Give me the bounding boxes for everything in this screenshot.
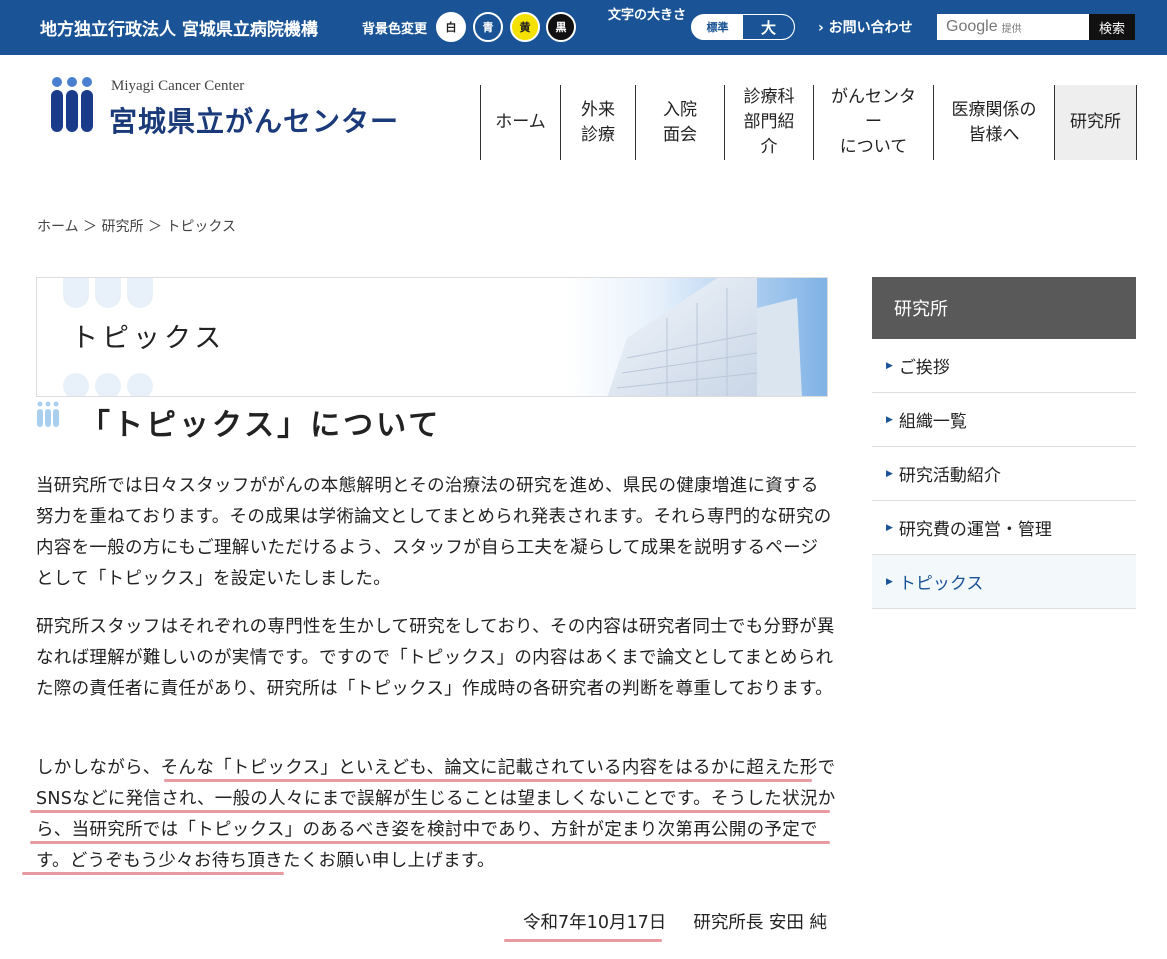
- search-button[interactable]: 検索: [1089, 14, 1135, 40]
- organization-name: 地方独立行政法人 宮城県立病院機構: [40, 20, 318, 40]
- intro-paragraph: 当研究所では日々スタッフががんの本態解明とその治療法の研究を進め、県民の健康増進…: [36, 476, 832, 589]
- bg-white-button[interactable]: 白: [436, 12, 466, 42]
- font-size-standard-button[interactable]: 標準: [692, 15, 743, 39]
- font-size-large-button[interactable]: 大: [743, 15, 794, 39]
- site-logo[interactable]: Miyagi Cancer Center 宮城県立がんセンター: [48, 76, 428, 140]
- signature: 令和7年10月17日 研究所長 安田 純: [523, 909, 827, 934]
- sidebar-item-topics[interactable]: ▶ トピックス: [872, 555, 1136, 609]
- logo-japanese: 宮城県立がんセンター: [109, 105, 400, 138]
- contact-label: お問い合わせ: [828, 20, 913, 36]
- contact-link[interactable]: › お問い合わせ: [818, 17, 913, 37]
- breadcrumb-research[interactable]: 研究所: [102, 219, 144, 235]
- nav-about[interactable]: がんセンタ ー について: [813, 85, 933, 160]
- sidebar-item-greeting[interactable]: ▶ ご挨拶: [872, 339, 1136, 393]
- utility-bar: 地方独立行政法人 宮城県立病院機構 背景色変更 白 青 黄 黒 文字の大きさ 標…: [0, 0, 1167, 55]
- sidebar-item-research-funds[interactable]: ▶ 研究費の運営・管理: [872, 501, 1136, 555]
- bg-blue-button[interactable]: 青: [473, 12, 503, 42]
- nav-departments[interactable]: 診療科 部門紹 介: [724, 85, 813, 160]
- background-color-label: 背景色変更: [362, 22, 428, 37]
- highlight-underline: [504, 939, 662, 942]
- breadcrumb-separator: ＞: [147, 219, 162, 235]
- chevron-right-icon: ›: [818, 20, 824, 36]
- breadcrumb-home[interactable]: ホーム: [37, 219, 79, 235]
- bg-black-button[interactable]: 黒: [546, 12, 576, 42]
- logo-english: Miyagi Cancer Center: [111, 78, 245, 94]
- font-size-label: 文字の大きさ: [608, 8, 687, 23]
- notice-paragraph: しかしながら、そんな「トピックス」といえども、論文に記載されている内容をはるかに…: [36, 758, 836, 871]
- sidebar-title[interactable]: 研究所: [872, 277, 1136, 339]
- breadcrumb: ホーム ＞ 研究所 ＞ トピックス: [37, 216, 236, 236]
- signature-author: 研究所長 安田 純: [693, 913, 827, 933]
- highlight-underline: [30, 810, 830, 813]
- sidebar-item-label: トピックス: [898, 574, 984, 594]
- search-input[interactable]: Google 提供: [937, 14, 1089, 40]
- highlight-underline: [30, 841, 830, 844]
- section-heading: 「トピックス」について: [80, 408, 442, 443]
- triangle-right-icon: ▶: [886, 468, 893, 479]
- sidebar-item-research-activities[interactable]: ▶ 研究活動紹介: [872, 447, 1136, 501]
- global-nav: ホーム 外来 診療 入院 面会 診療科 部門紹 介 がんセンタ ー について 医…: [480, 85, 1137, 160]
- triangle-right-icon: ▶: [886, 576, 893, 587]
- building-photo: [567, 278, 827, 396]
- triangle-right-icon: ▶: [886, 522, 893, 533]
- triangle-right-icon: ▶: [886, 414, 893, 425]
- sidebar-item-label: 組織一覧: [898, 412, 967, 432]
- triangle-right-icon: ▶: [886, 360, 893, 371]
- sidebar-item-label: 研究費の運営・管理: [898, 520, 1052, 540]
- nav-inpatient[interactable]: 入院 面会: [635, 85, 724, 160]
- nav-home[interactable]: ホーム: [480, 85, 560, 160]
- nav-research-institute[interactable]: 研究所: [1054, 85, 1136, 160]
- highlight-underline: [164, 779, 812, 782]
- font-size-toggle: 標準 大: [691, 14, 795, 40]
- breadcrumb-separator: ＞: [83, 219, 98, 235]
- google-logo: Google: [946, 18, 998, 35]
- policy-paragraph: 研究所スタッフはそれぞれの専門性を生かして研究をしており、その内容は研究者同士で…: [36, 617, 835, 699]
- page-banner: トピックス: [36, 277, 828, 397]
- sidebar-item-organization[interactable]: ▶ 組織一覧: [872, 393, 1136, 447]
- heading-mark-icon: [37, 401, 59, 427]
- nav-medical-professionals[interactable]: 医療関係の 皆様へ: [933, 85, 1054, 160]
- nav-outpatient[interactable]: 外来 診療: [560, 85, 635, 160]
- bg-yellow-button[interactable]: 黄: [510, 12, 540, 42]
- search-provided-label: 提供: [1001, 23, 1022, 35]
- signature-date: 令和7年10月17日: [523, 913, 667, 933]
- sidebar: 研究所 ▶ ご挨拶 ▶ 組織一覧 ▶ 研究活動紹介 ▶ 研究費の運営・管理 ▶ …: [872, 277, 1136, 609]
- logo-mark-icon: [51, 77, 93, 132]
- sidebar-item-label: 研究活動紹介: [898, 466, 1001, 486]
- highlight-underline: [22, 872, 284, 875]
- breadcrumb-current: トピックス: [166, 219, 236, 235]
- banner-title: トピックス: [71, 323, 226, 354]
- sidebar-item-label: ご挨拶: [898, 358, 950, 378]
